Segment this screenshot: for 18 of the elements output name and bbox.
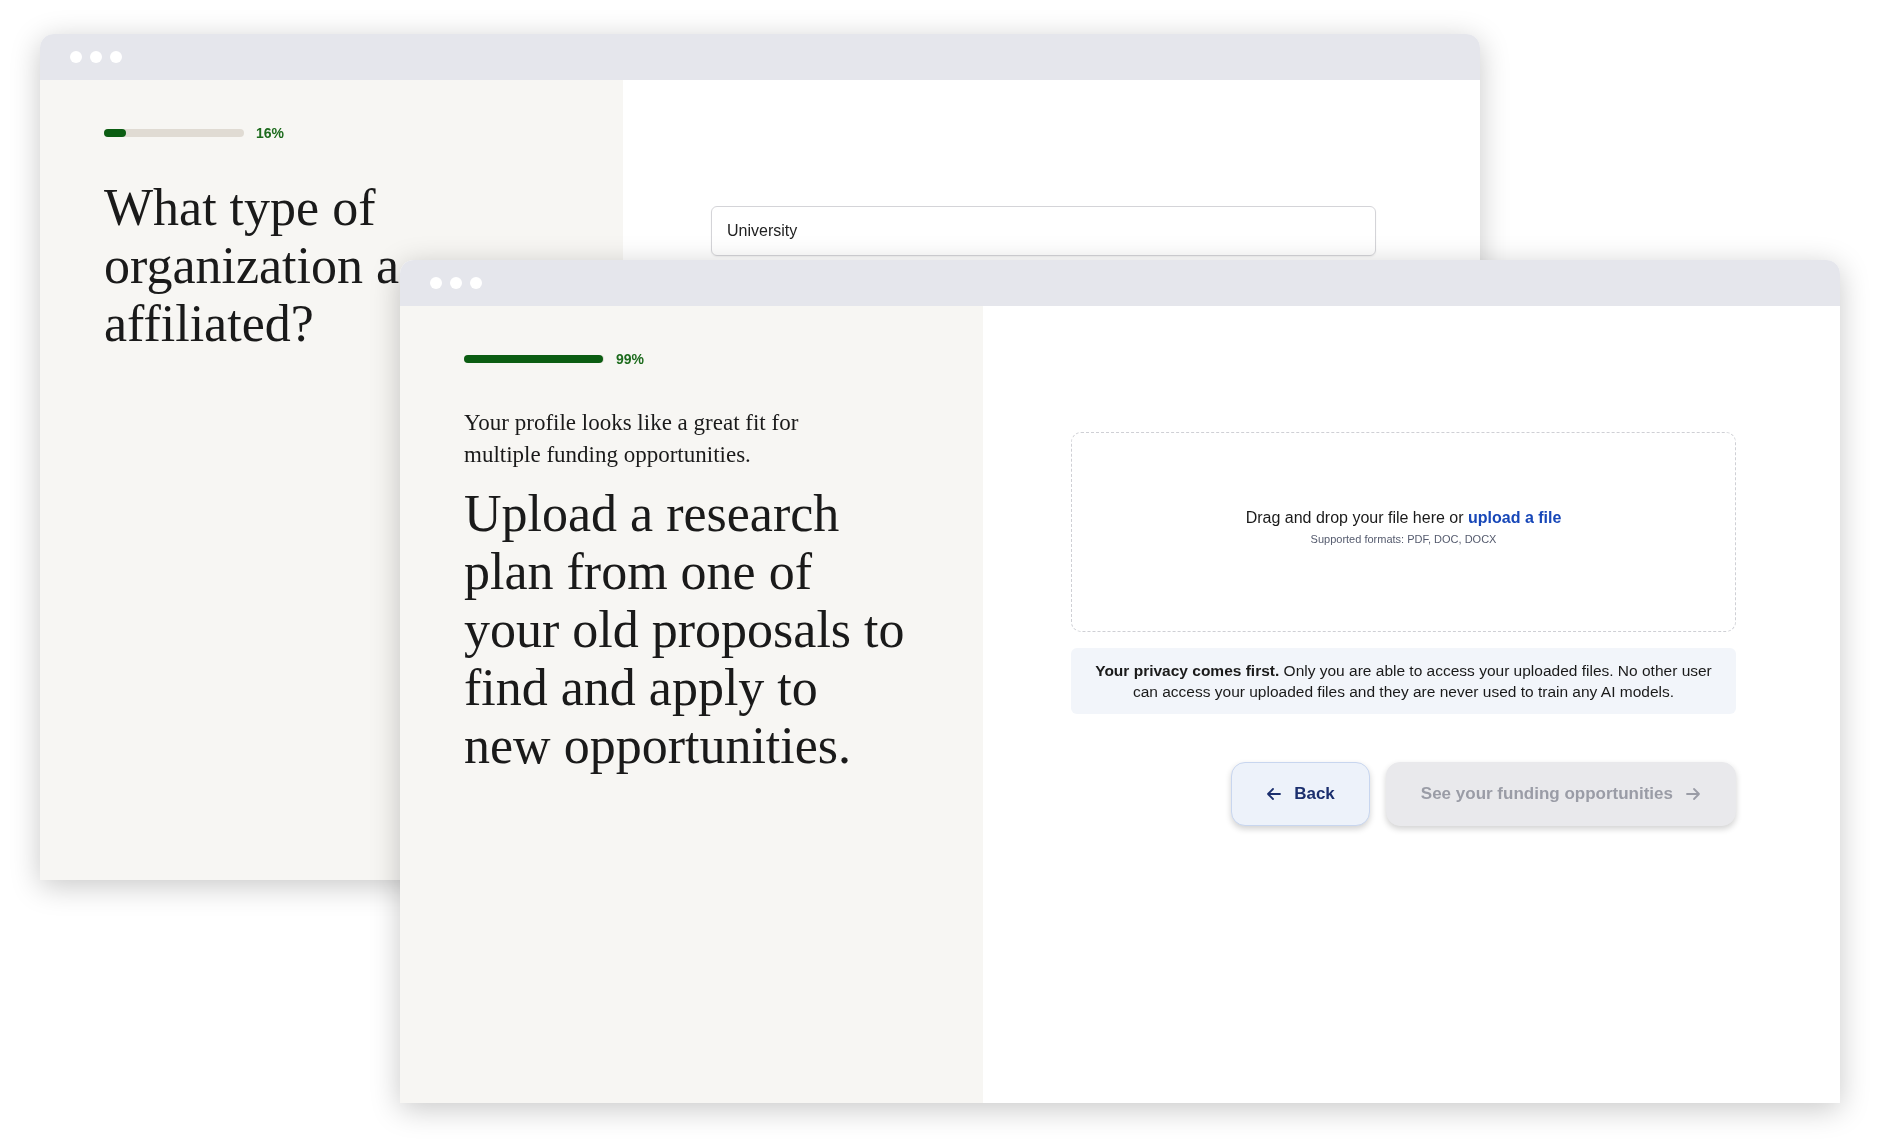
window-dots-icon — [430, 277, 482, 289]
intro-text: Your profile looks like a great fit for multiple funding opportunities. — [464, 409, 800, 469]
progress-percent: 99% — [616, 351, 645, 367]
progress-percent: 16% — [256, 125, 285, 141]
supported-formats: Supported formats: PDF, DOC, DOCX — [1310, 533, 1497, 545]
privacy-note: Your privacy comes first. Only you are able to access your uploaded files. No other user can access your uploaded files and they are never used to train any AI models. — [1071, 648, 1736, 714]
arrow-right-icon — [1685, 786, 1701, 802]
back-button[interactable]: Back — [1231, 762, 1370, 826]
upload-heading: Upload a research plan from one of your old proposals to find and apply to new opportunities. — [464, 485, 906, 775]
arrow-left-icon — [1266, 786, 1283, 802]
organization-field[interactable]: University — [711, 206, 1376, 256]
question-heading-line: organization a — [104, 237, 400, 295]
file-dropzone[interactable]: Drag and drop your file here or upload a file Supported formats: PDF, DOC, DOCX — [1071, 432, 1736, 632]
upload-link[interactable]: upload a file — [1468, 509, 1562, 526]
question-heading-line: What type of — [104, 179, 376, 237]
window-dots-icon — [70, 51, 122, 63]
dropzone-prompt: Drag and drop your file here or upload a file — [1245, 509, 1562, 527]
question-heading-line: affiliated? — [104, 295, 314, 353]
